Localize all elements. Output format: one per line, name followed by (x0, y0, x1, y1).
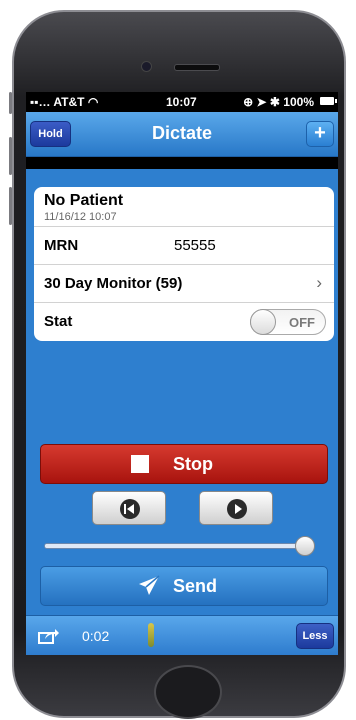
toggle-state-label: OFF (289, 315, 315, 330)
stat-label: Stat (44, 313, 73, 330)
volume-up-button (9, 137, 12, 175)
slider-thumb[interactable] (295, 536, 315, 556)
mrn-row[interactable]: MRN 55555 (34, 227, 334, 265)
position-slider[interactable] (44, 536, 315, 556)
nav-bar: Hold Dictate + (26, 112, 338, 157)
toggle-knob (250, 309, 276, 335)
signal-icon: ▪▪… (30, 95, 51, 109)
chevron-right-icon: › (316, 273, 322, 292)
volume-down-button (9, 187, 12, 225)
mute-switch (9, 92, 12, 114)
battery-percent: 100% (283, 95, 314, 109)
rewind-button[interactable] (92, 491, 166, 525)
carrier-label: ▪▪… AT&T ◠ (30, 95, 99, 109)
patient-row[interactable]: No Patient 11/16/12 10:07 (34, 187, 334, 227)
skip-back-icon (120, 499, 140, 519)
stop-icon (131, 455, 149, 473)
app-screen: ▪▪… AT&T ◠ 10:07 ⊕ ➤ ✱ 100% Hold Dictate… (26, 92, 338, 655)
mrn-value: 55555 (174, 237, 216, 254)
monitor-row[interactable]: 30 Day Monitor (59) › (34, 265, 334, 303)
page-title: Dictate (151, 123, 213, 143)
status-bar: ▪▪… AT&T ◠ 10:07 ⊕ ➤ ✱ 100% (26, 92, 338, 112)
elapsed-time: 0:02 (82, 628, 110, 644)
stop-button[interactable]: Stop (40, 444, 328, 484)
status-right: ⊕ ➤ ✱ 100% (243, 95, 314, 109)
front-camera (141, 61, 152, 72)
add-button[interactable]: + (306, 121, 334, 147)
location-icon: ➤ (256, 95, 267, 109)
stat-row: Stat OFF (34, 303, 334, 341)
share-icon[interactable] (38, 628, 60, 644)
stat-toggle[interactable]: OFF (250, 309, 326, 335)
audio-level-meter (148, 623, 154, 647)
forward-button[interactable] (199, 491, 273, 525)
monitor-label: 30 Day Monitor (59) (44, 275, 183, 292)
stop-label: Stop (173, 454, 213, 474)
rotation-lock-icon: ⊕ (243, 95, 254, 109)
battery-icon (320, 97, 337, 105)
mrn-label: MRN (44, 237, 79, 254)
send-button[interactable]: Send (40, 566, 328, 606)
patient-datetime: 11/16/12 10:07 (44, 211, 117, 223)
patient-name: No Patient (44, 192, 124, 209)
patient-card: No Patient 11/16/12 10:07 MRN 55555 30 D… (34, 187, 334, 341)
wifi-icon: ◠ (87, 95, 99, 109)
skip-forward-icon (227, 499, 247, 519)
home-button[interactable] (154, 665, 222, 719)
bottom-toolbar: 0:02 Less (26, 615, 338, 655)
divider-band (26, 157, 338, 169)
slider-fill (45, 544, 313, 548)
paper-plane-icon (139, 575, 160, 595)
status-time: 10:07 (166, 95, 197, 109)
earpiece-speaker (174, 64, 220, 71)
bluetooth-icon: ✱ (269, 95, 280, 109)
send-label: Send (173, 576, 218, 596)
less-button[interactable]: Less (296, 623, 334, 649)
